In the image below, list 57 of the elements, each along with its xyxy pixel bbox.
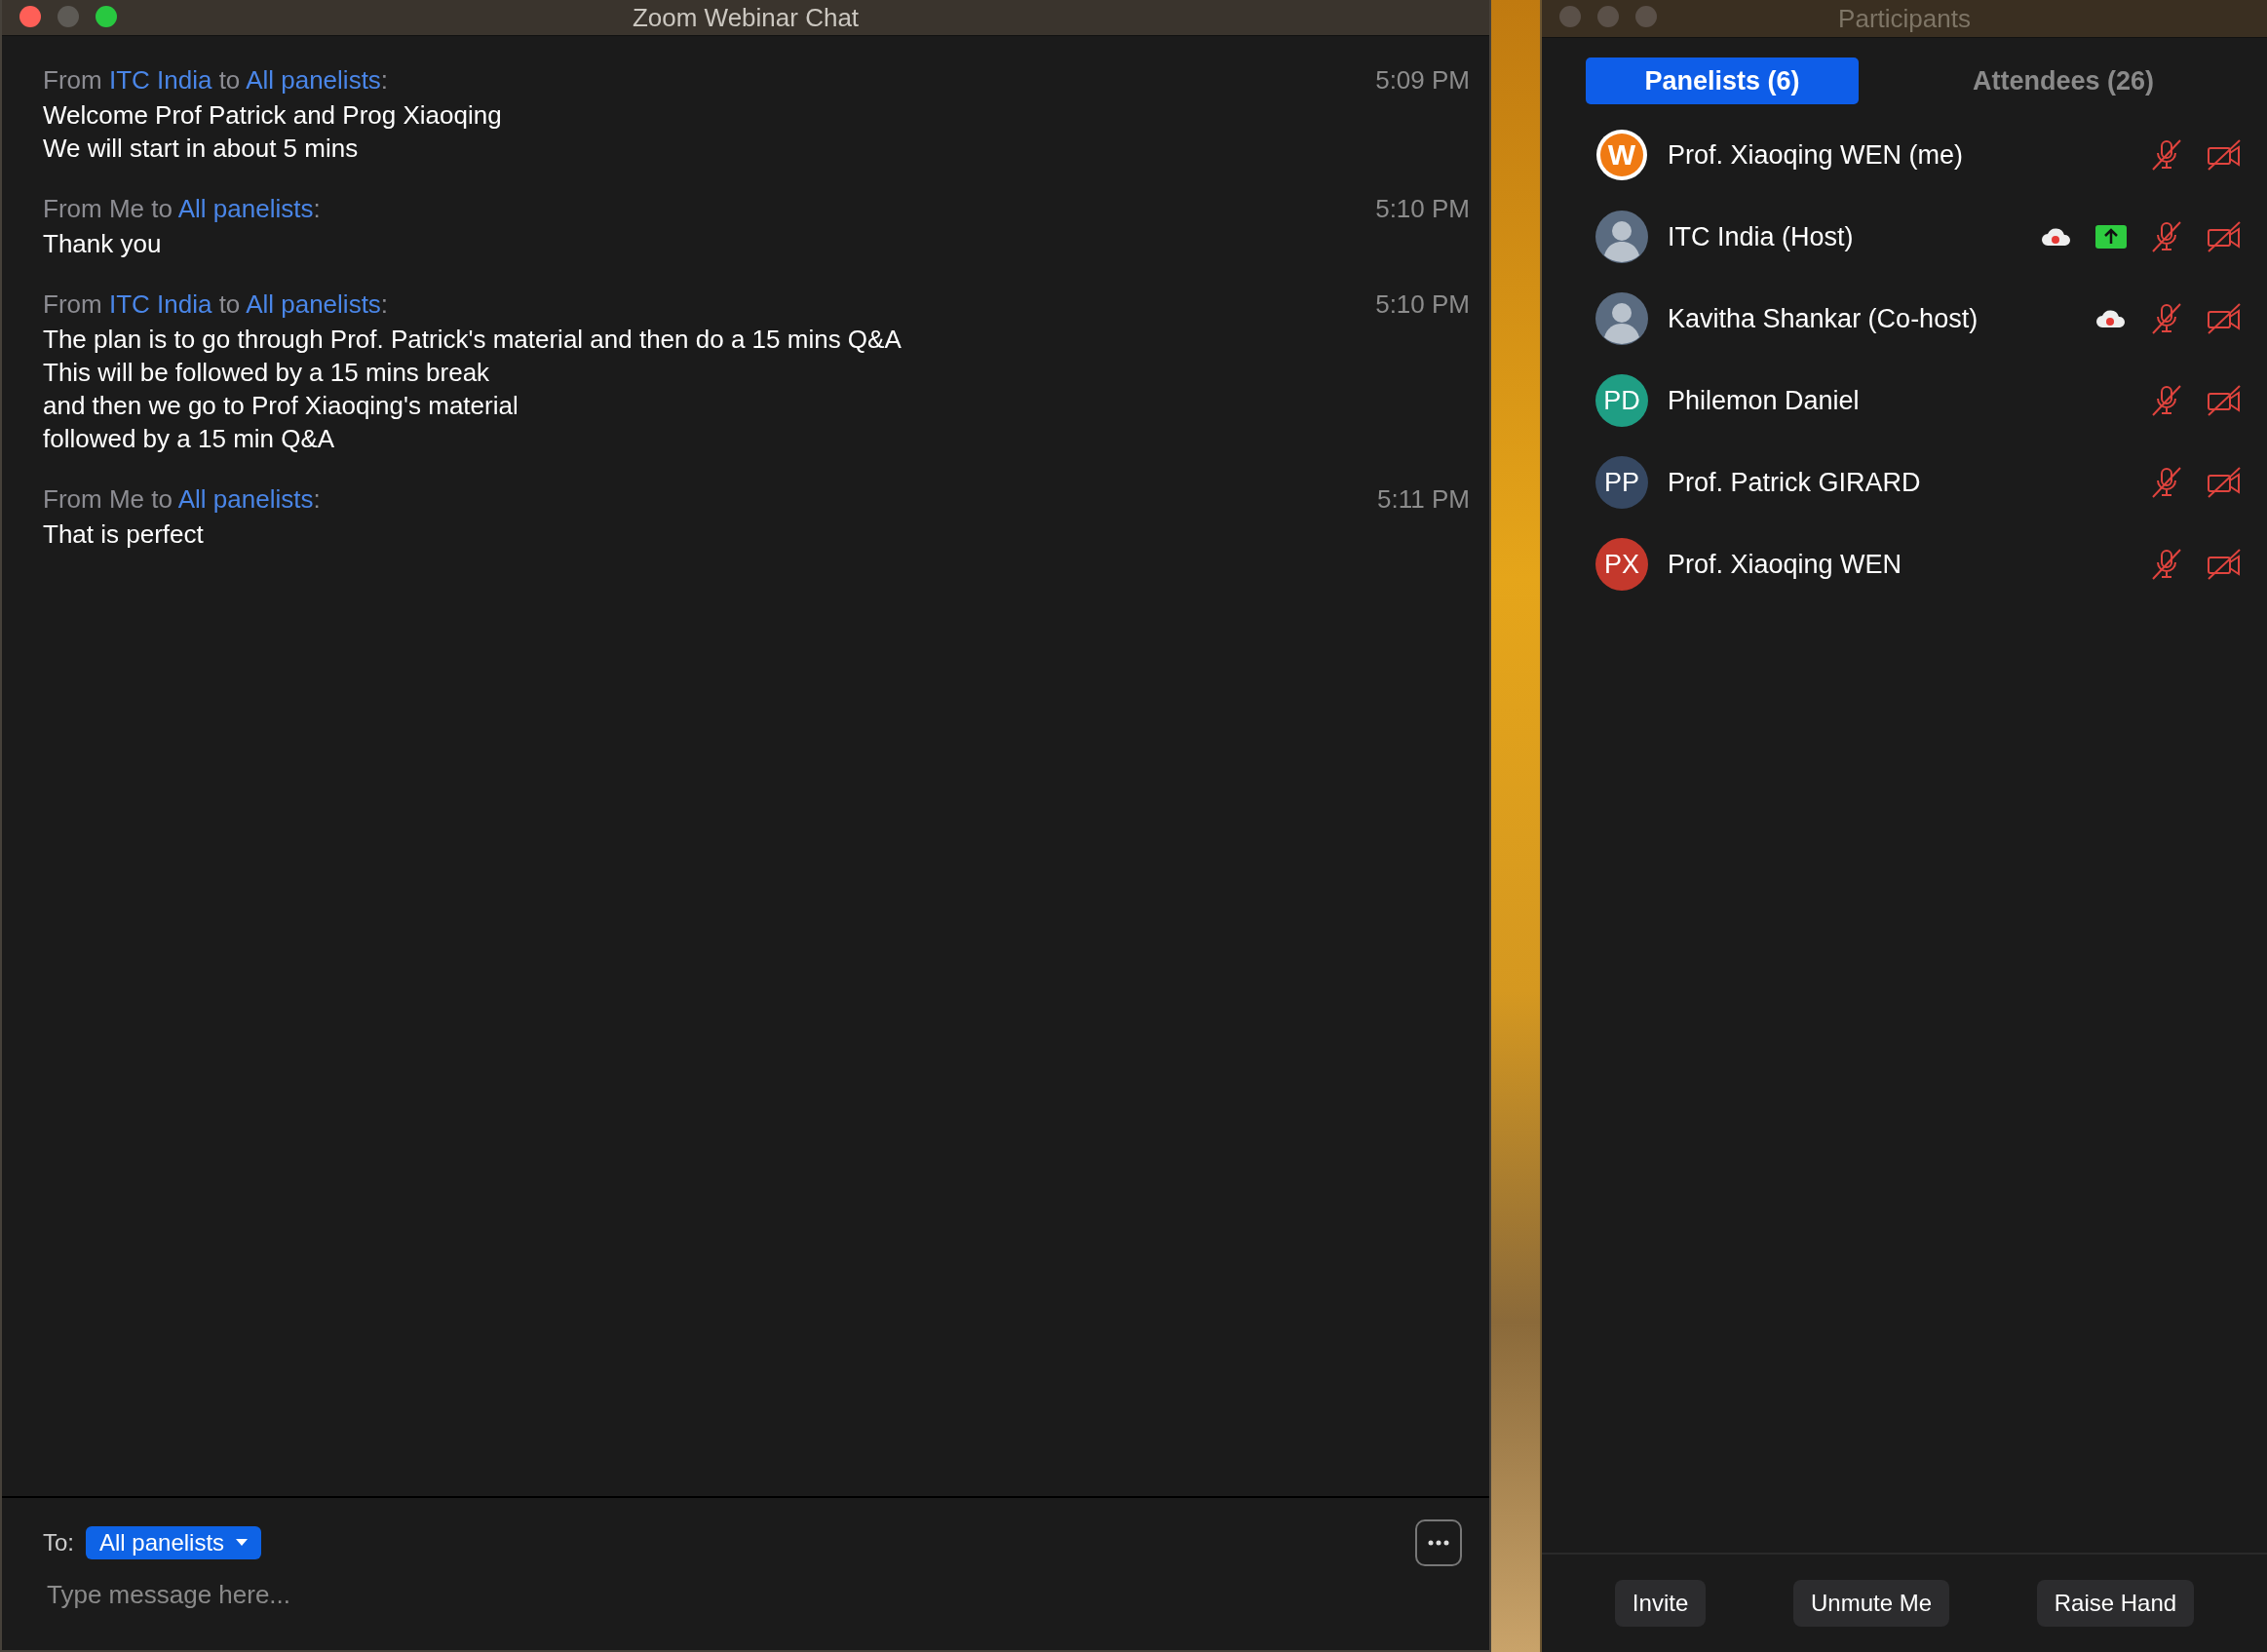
muted-microphone-icon[interactable] <box>2150 384 2183 417</box>
message-text: Welcome Prof Patrick and Prog Xiaoqing We will start in about 5 mins <box>43 99 503 165</box>
window-title: Zoom Webinar Chat <box>632 2 860 33</box>
contact-link[interactable]: All panelists <box>177 484 314 514</box>
message-time: 5:10 PM <box>1375 288 1470 321</box>
participant-name: Prof. Xiaoqing WEN (me) <box>1668 139 1965 171</box>
action-button[interactable]: Unmute Me <box>1792 1580 1949 1627</box>
message-text: The plan is to go through Prof. Patrick's material and then do a 15 mins Q&A This will be followed by a 15 mins break and then we go to Prof Xiaoqing's material followed by a 15 min Q&A <box>43 324 903 455</box>
muted-microphone-icon[interactable] <box>2150 548 2183 581</box>
participant-name: ITC India (Host) <box>1668 221 1855 252</box>
message-time: 5:10 PM <box>1375 193 1470 225</box>
contact-link[interactable]: All panelists <box>177 194 314 223</box>
participant-name: Philemon Daniel <box>1668 385 1861 416</box>
tab[interactable]: Panelists (6) <box>1586 58 1859 104</box>
action-button[interactable]: Invite <box>1614 1580 1707 1627</box>
video-off-icon[interactable] <box>2207 303 2242 334</box>
to-label: To: <box>43 1529 74 1556</box>
tab[interactable]: Attendees (26) <box>1898 58 2229 104</box>
participant-name: Prof. Xiaoqing WEN <box>1668 549 1903 580</box>
message-header: From Me to All panelists: <box>43 193 321 225</box>
zoom-button[interactable] <box>96 6 117 27</box>
window-title: Participants <box>1838 3 1971 34</box>
contact-link[interactable]: ITC India <box>108 289 212 319</box>
participant-name: Prof. Patrick GIRARD <box>1668 467 1922 498</box>
initials-avatar: PP <box>1595 456 1648 509</box>
more-button[interactable] <box>1415 1519 1462 1566</box>
muted-microphone-icon[interactable] <box>2150 466 2183 499</box>
action-button[interactable]: Raise Hand <box>2036 1580 2195 1627</box>
close-button[interactable] <box>19 6 41 27</box>
contact-link[interactable]: All panelists <box>246 289 381 319</box>
message-time: 5:11 PM <box>1377 483 1470 516</box>
muted-microphone-icon[interactable] <box>2150 302 2183 335</box>
participant-name: Kavitha Shankar (Co-host) <box>1668 303 1979 334</box>
message-text: Thank you <box>43 228 163 260</box>
contact-link[interactable]: All panelists <box>246 65 381 95</box>
video-off-icon[interactable] <box>2207 467 2242 498</box>
muted-microphone-icon[interactable] <box>2150 138 2183 172</box>
recipient-dropdown[interactable]: All panelists <box>86 1526 262 1559</box>
message-text: That is perfect <box>43 519 205 551</box>
initials-avatar: PX <box>1595 538 1648 591</box>
muted-microphone-icon[interactable] <box>2150 220 2183 253</box>
initials-avatar: PD <box>1595 374 1648 427</box>
message-header: From ITC India to All panelists: <box>43 64 389 96</box>
video-off-icon[interactable] <box>2207 549 2242 580</box>
message-input[interactable]: Type message here... <box>43 1576 1328 1614</box>
person-avatar <box>1595 292 1648 345</box>
video-off-icon[interactable] <box>2207 139 2242 171</box>
video-off-icon[interactable] <box>2207 221 2242 252</box>
person-avatar <box>1595 211 1648 263</box>
message-time: 5:09 PM <box>1375 64 1470 96</box>
contact-link[interactable]: ITC India <box>108 65 212 95</box>
message-header: From ITC India to All panelists: <box>43 288 389 321</box>
video-off-icon[interactable] <box>2207 385 2242 416</box>
more-icon <box>1428 1540 1449 1546</box>
caret-icon <box>236 1539 249 1547</box>
message-header: From Me to All panelists: <box>43 483 321 516</box>
logo-avatar: W <box>1595 129 1648 181</box>
